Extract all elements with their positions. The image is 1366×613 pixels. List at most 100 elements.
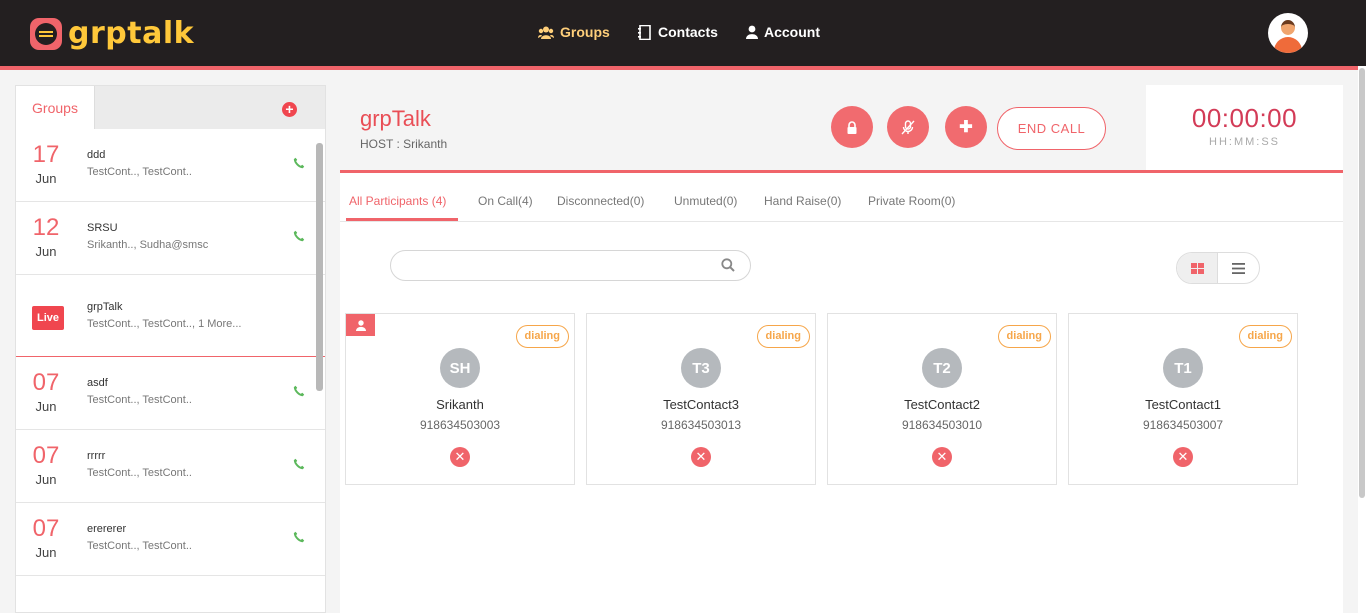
grid-icon <box>1190 262 1204 274</box>
participant-card: dialing T3 TestContact3 918634503013 ✕ <box>586 313 816 485</box>
participant-search-input[interactable] <box>390 250 751 281</box>
logo-icon <box>30 17 62 50</box>
group-day: 07 <box>32 369 60 396</box>
phone-icon[interactable] <box>293 531 305 543</box>
page-scrollbar[interactable] <box>1358 66 1366 613</box>
participant-number: 918634503010 <box>901 418 983 432</box>
nav-account[interactable]: Account <box>746 24 820 40</box>
add-participant-button[interactable]: ✚ <box>945 106 987 148</box>
participant-card: dialing T1 TestContact1 918634503007 ✕ <box>1068 313 1298 485</box>
participant-tabs: All Participants (4) On Call(4) Disconnect… <box>340 188 1343 222</box>
group-name: ddd <box>87 149 106 161</box>
group-list-item[interactable]: Live grpTalk TestCont.., TestCont.., 1 Mo… <box>16 275 325 357</box>
logo-text: grptalk <box>68 16 195 51</box>
user-icon <box>746 25 758 39</box>
group-month: Jun <box>35 171 57 186</box>
group-name: rrrrr <box>87 450 106 462</box>
host-badge <box>346 314 375 336</box>
group-list-item[interactable]: 07 Jun asdf TestCont.., TestCont.. <box>16 357 325 430</box>
participant-name: TestContact1 <box>1145 397 1221 412</box>
view-toggle <box>1176 252 1260 284</box>
group-date: 12 Jun <box>26 214 66 259</box>
tab-participant-filter[interactable]: Unmuted(0) <box>674 194 737 208</box>
call-header: grpTalk HOST : Srikanth ✚ END CALL 00:00… <box>340 85 1343 170</box>
group-name: erererer <box>87 523 127 535</box>
drop-participant-close-icon[interactable]: ✕ <box>932 447 952 467</box>
status-badge: dialing <box>515 325 569 348</box>
group-day: 07 <box>32 442 60 469</box>
nav-contacts[interactable]: Contacts <box>638 24 718 40</box>
groups-sidebar: Groups + 17 Jun ddd TestCont.., TestCont… <box>15 85 326 613</box>
plus-icon: ✚ <box>959 119 973 136</box>
tab-participant-filter[interactable]: All Participants (4) <box>349 194 446 208</box>
drop-participant-close-icon[interactable]: ✕ <box>691 447 711 467</box>
nav-groups-label: Groups <box>560 24 610 40</box>
group-members: TestCont.., TestCont.. <box>87 540 192 552</box>
drop-participant-close-icon[interactable]: ✕ <box>450 447 470 467</box>
nav-groups[interactable]: Groups <box>538 24 610 40</box>
participant-name: TestContact3 <box>663 397 739 412</box>
group-day: 17 <box>32 141 60 168</box>
mic-off-icon <box>901 119 915 134</box>
user-avatar[interactable] <box>1268 13 1308 53</box>
mute-all-button[interactable] <box>887 106 929 148</box>
group-date: 07 Jun <box>26 369 66 414</box>
group-name: grpTalk <box>87 301 123 313</box>
sidebar-scrollbar[interactable] <box>316 143 323 391</box>
user-icon <box>355 319 366 331</box>
app-logo[interactable]: grptalk <box>30 16 194 51</box>
group-members: TestCont.., TestCont.. <box>87 467 192 479</box>
call-panel: grpTalk HOST : Srikanth ✚ END CALL 00:00… <box>340 85 1343 613</box>
group-day: 07 <box>32 515 60 542</box>
participant-card: dialing T2 TestContact2 918634503010 ✕ <box>827 313 1057 485</box>
status-badge: dialing <box>756 325 810 348</box>
lock-icon <box>847 120 857 134</box>
tab-groups[interactable]: Groups <box>16 86 95 129</box>
drop-participant-close-icon[interactable]: ✕ <box>1173 447 1193 467</box>
list-view-button[interactable] <box>1218 253 1259 283</box>
participant-number: 918634503007 <box>1142 418 1224 432</box>
group-members: TestCont.., TestCont.., 1 More... <box>87 318 242 330</box>
list-icon <box>1232 262 1245 274</box>
topbar-accent-line <box>0 66 1358 70</box>
group-month: Jun <box>35 244 57 259</box>
plus-circle-icon[interactable]: + <box>282 102 297 117</box>
group-members: TestCont.., TestCont.. <box>87 394 192 406</box>
group-list-item[interactable]: 07 Jun rrrrr TestCont.., TestCont.. <box>16 430 325 503</box>
call-host: HOST : Srikanth <box>360 137 448 151</box>
nav-account-label: Account <box>764 24 820 40</box>
search-icon[interactable] <box>721 258 735 272</box>
address-book-icon <box>638 24 651 40</box>
group-name: asdf <box>87 377 108 389</box>
phone-icon[interactable] <box>293 458 305 470</box>
participant-avatar: T2 <box>922 348 962 388</box>
tab-participant-filter[interactable]: Private Room(0) <box>868 194 955 208</box>
participant-avatar: T3 <box>681 348 721 388</box>
group-month: Jun <box>35 399 57 414</box>
group-name: SRSU <box>87 222 118 234</box>
tab-participant-filter[interactable]: Disconnected(0) <box>557 194 644 208</box>
phone-icon[interactable] <box>293 157 305 169</box>
grid-view-button[interactable] <box>1177 253 1219 283</box>
group-date: 07 Jun <box>26 515 66 560</box>
call-title: grpTalk <box>360 106 431 131</box>
group-list-item[interactable]: 17 Jun ddd TestCont.., TestCont.. <box>16 129 325 202</box>
group-list-item[interactable]: 12 Jun SRSU Srikanth.., Sudha@smsc <box>16 202 325 275</box>
participant-avatar: T1 <box>1163 348 1203 388</box>
phone-icon[interactable] <box>293 230 305 242</box>
group-list: 17 Jun ddd TestCont.., TestCont.. 12 Jun… <box>16 129 325 576</box>
participant-number: 918634503013 <box>660 418 742 432</box>
tab-participant-filter[interactable]: On Call(4) <box>478 194 533 208</box>
lock-call-button[interactable] <box>831 106 873 148</box>
group-month: Jun <box>35 472 57 487</box>
timer-value: 00:00:00 <box>1191 103 1298 133</box>
group-list-item[interactable]: 07 Jun erererer TestCont.., TestCont.. <box>16 503 325 576</box>
live-badge: Live <box>32 306 64 330</box>
end-call-button[interactable]: END CALL <box>997 107 1106 150</box>
phone-icon[interactable] <box>293 385 305 397</box>
group-date: 07 Jun <box>26 442 66 487</box>
group-members: TestCont.., TestCont.. <box>87 166 192 178</box>
tab-participant-filter[interactable]: Hand Raise(0) <box>764 194 841 208</box>
participant-card: dialing SH Srikanth 918634503003 ✕ <box>345 313 575 485</box>
participant-avatar: SH <box>440 348 480 388</box>
